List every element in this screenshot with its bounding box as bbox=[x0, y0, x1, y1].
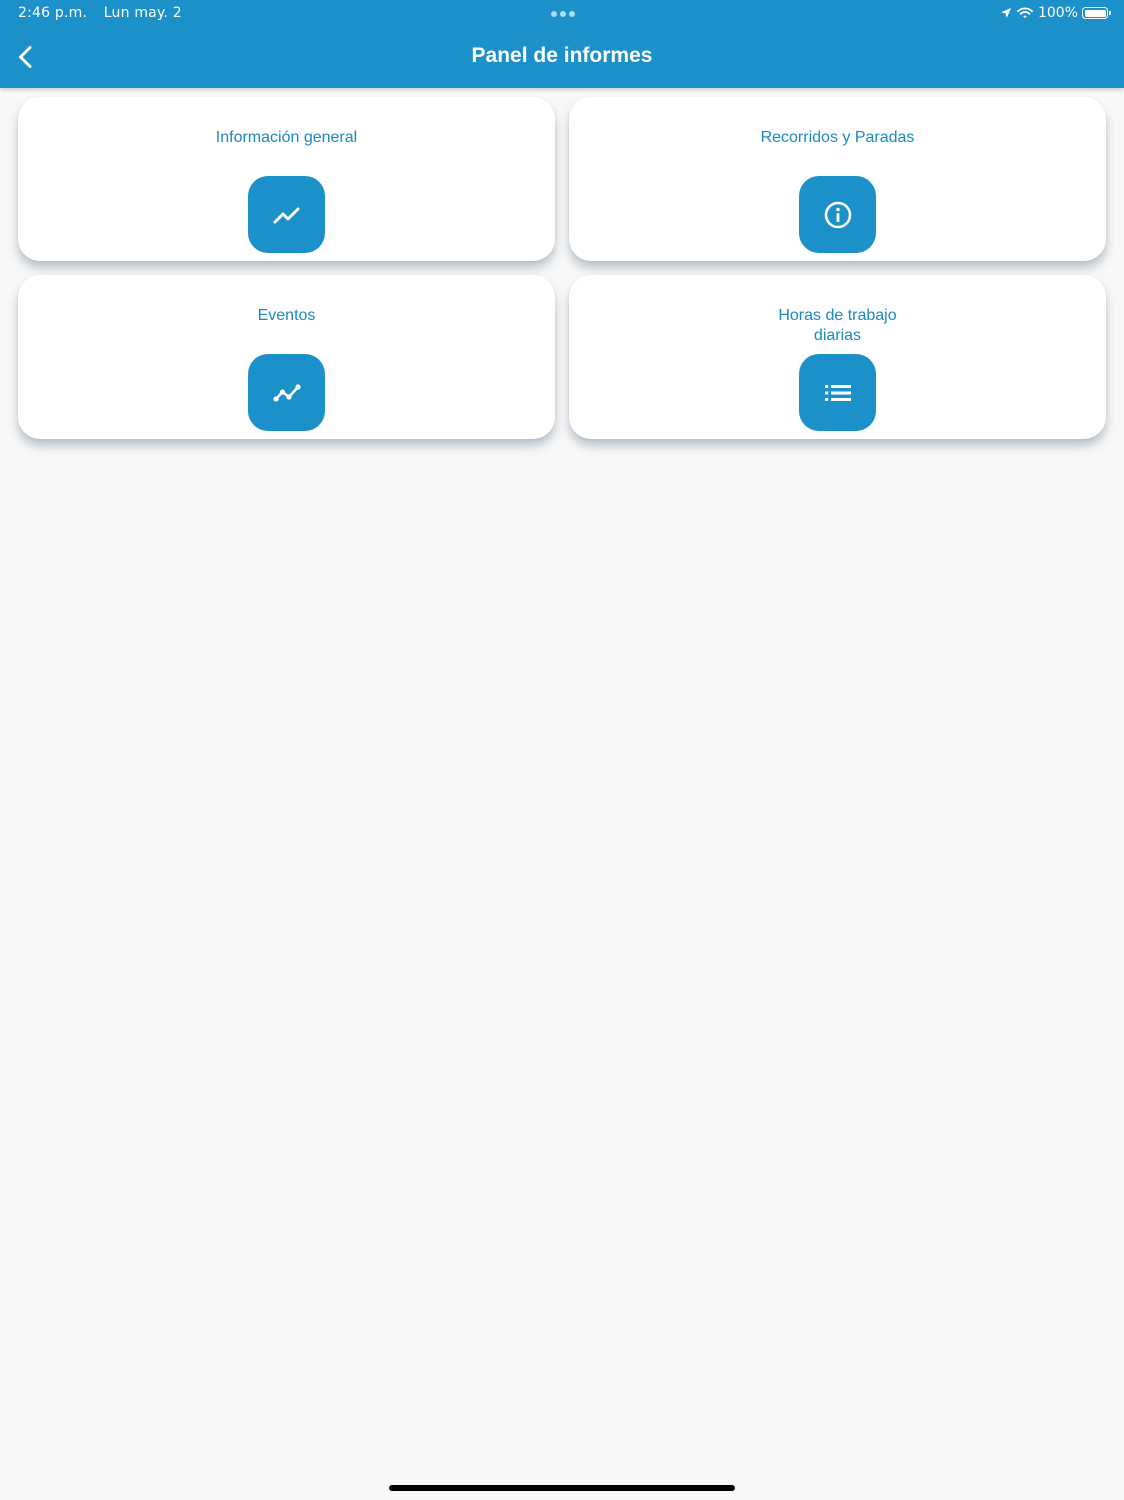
multitasking-dots-icon[interactable] bbox=[551, 11, 575, 17]
card-title-line: Recorridos y Paradas bbox=[760, 129, 915, 146]
trending-up-icon bbox=[273, 207, 299, 223]
card-title: Horas de trabajo diarias bbox=[569, 306, 1106, 346]
card-title-line: diarias bbox=[813, 327, 862, 344]
card-recorridos-paradas[interactable]: Recorridos y Paradas bbox=[569, 97, 1106, 261]
wifi-icon bbox=[1017, 7, 1033, 19]
card-horas-trabajo-diarias[interactable]: Horas de trabajo diarias bbox=[569, 275, 1106, 439]
card-title: Recorridos y Paradas bbox=[569, 128, 1106, 148]
card-informacion-general[interactable]: Información general bbox=[18, 97, 555, 261]
card-title-line: Eventos bbox=[257, 307, 316, 324]
list-icon bbox=[824, 384, 851, 401]
card-title: Información general bbox=[18, 128, 555, 148]
card-icon-button[interactable] bbox=[799, 354, 876, 431]
card-title: Eventos bbox=[18, 306, 555, 326]
page-title: Panel de informes bbox=[471, 44, 653, 67]
location-arrow-icon bbox=[1000, 7, 1012, 19]
battery-percent: 100% bbox=[1037, 5, 1078, 21]
card-eventos[interactable]: Eventos bbox=[18, 275, 555, 439]
info-circle-icon bbox=[824, 201, 851, 228]
card-icon-button[interactable] bbox=[248, 354, 325, 431]
card-title-line: Información general bbox=[215, 129, 358, 146]
card-icon-button[interactable] bbox=[248, 176, 325, 253]
status-time-date: 2:46 p.m. Lun may. 2 bbox=[18, 5, 182, 21]
battery-icon bbox=[1082, 7, 1111, 19]
app-header: 2:46 p.m. Lun may. 2 100% Panel de infor… bbox=[0, 0, 1124, 88]
status-time: 2:46 p.m. bbox=[18, 5, 88, 21]
line-chart-icon bbox=[272, 383, 301, 402]
home-indicator[interactable] bbox=[389, 1485, 735, 1491]
status-date: Lun may. 2 bbox=[103, 5, 182, 21]
card-title-line: Horas de trabajo bbox=[778, 307, 897, 324]
card-icon-button[interactable] bbox=[799, 176, 876, 253]
status-indicators: 100% bbox=[1000, 4, 1111, 22]
